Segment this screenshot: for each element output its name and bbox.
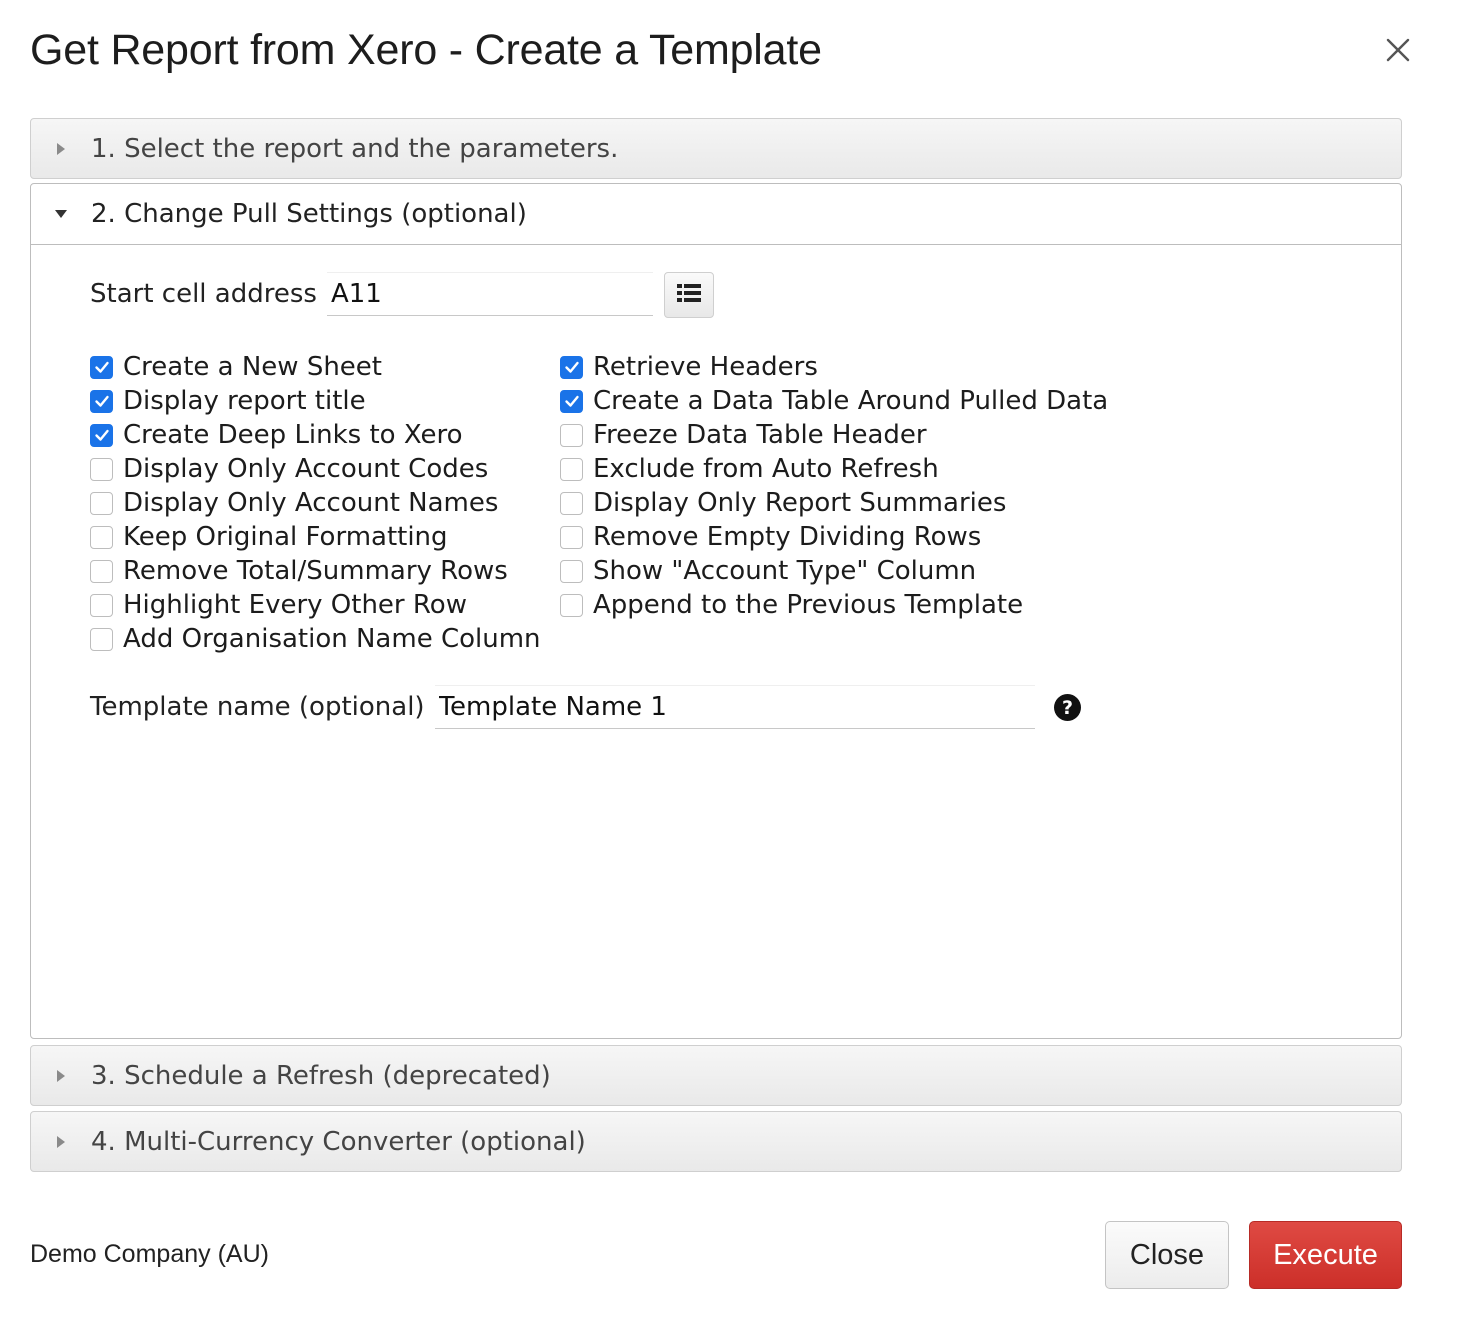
- checkbox-unchecked[interactable]: [90, 627, 113, 651]
- checkmark-icon: [94, 361, 109, 373]
- checkbox-unchecked[interactable]: [90, 525, 113, 549]
- checkbox-label: Show "Account Type" Column: [593, 556, 977, 586]
- checkmark-icon: [564, 395, 579, 407]
- checkbox-option[interactable]: Display Only Account Names: [90, 486, 541, 520]
- options-left: Create a New Sheet Display report title Cr…: [90, 350, 541, 656]
- checkbox-label: Create Deep Links to Xero: [123, 420, 463, 450]
- checkbox-option[interactable]: Remove Empty Dividing Rows: [560, 520, 1108, 554]
- checkbox-option[interactable]: Display report title: [90, 384, 541, 418]
- checkbox-checked[interactable]: [90, 355, 113, 379]
- checkbox-unchecked[interactable]: [560, 423, 583, 447]
- start-cell-input[interactable]: [326, 272, 653, 316]
- checkbox-label: Display Only Account Codes: [123, 454, 489, 484]
- checkbox-option[interactable]: Display Only Account Codes: [90, 452, 541, 486]
- checkbox-unchecked[interactable]: [560, 559, 583, 583]
- start-cell-row: Start cell address: [90, 272, 653, 316]
- section-multi-currency[interactable]: 4. Multi-Currency Converter (optional): [30, 1111, 1402, 1172]
- checkbox-unchecked[interactable]: [90, 491, 113, 515]
- checkbox-option[interactable]: Keep Original Formatting: [90, 520, 541, 554]
- section-pull-settings-header[interactable]: 2. Change Pull Settings (optional): [31, 184, 1401, 245]
- checkbox-option[interactable]: Create a New Sheet: [90, 350, 541, 384]
- checkbox-label: Exclude from Auto Refresh: [593, 454, 939, 484]
- checkbox-option[interactable]: Exclude from Auto Refresh: [560, 452, 1108, 486]
- triangle-right-icon: [31, 142, 91, 156]
- checkbox-label: Remove Empty Dividing Rows: [593, 522, 982, 552]
- checkbox-option[interactable]: Remove Total/Summary Rows: [90, 554, 541, 588]
- start-cell-label: Start cell address: [90, 279, 317, 309]
- triangle-right-icon: [31, 1069, 91, 1083]
- company-name: Demo Company (AU): [30, 1240, 269, 1268]
- checkbox-label: Keep Original Formatting: [123, 522, 448, 552]
- checkbox-option[interactable]: Show "Account Type" Column: [560, 554, 1108, 588]
- checkbox-label: Display Only Account Names: [123, 488, 499, 518]
- checkbox-label: Create a New Sheet: [123, 352, 382, 382]
- section-schedule-refresh[interactable]: 3. Schedule a Refresh (deprecated): [30, 1045, 1402, 1106]
- checkbox-label: Create a Data Table Around Pulled Data: [593, 386, 1109, 416]
- section-label: 4. Multi-Currency Converter (optional): [91, 1126, 586, 1157]
- checkbox-checked[interactable]: [560, 389, 583, 413]
- help-icon[interactable]: ?: [1054, 694, 1081, 721]
- dialog-title: Get Report from Xero - Create a Template: [30, 26, 822, 74]
- checkbox-unchecked[interactable]: [90, 593, 113, 617]
- execute-button[interactable]: Execute: [1249, 1221, 1402, 1289]
- checkbox-checked[interactable]: [90, 389, 113, 413]
- checkmark-icon: [94, 395, 109, 407]
- checkbox-label: Display report title: [123, 386, 366, 416]
- checkbox-label: Highlight Every Other Row: [123, 590, 467, 620]
- section-select-report[interactable]: 1. Select the report and the parameters.: [30, 118, 1402, 179]
- checkbox-label: Freeze Data Table Header: [593, 420, 927, 450]
- checkbox-option[interactable]: Highlight Every Other Row: [90, 588, 541, 622]
- checkbox-option[interactable]: Freeze Data Table Header: [560, 418, 1108, 452]
- checkbox-unchecked[interactable]: [560, 593, 583, 617]
- cell-picker-button[interactable]: [664, 272, 714, 318]
- options-right: Retrieve Headers Create a Data Table Arou…: [560, 350, 1108, 622]
- checkbox-option[interactable]: Retrieve Headers: [560, 350, 1108, 384]
- close-button[interactable]: Close: [1105, 1221, 1229, 1289]
- checkbox-option[interactable]: Append to the Previous Template: [560, 588, 1108, 622]
- list-icon: [676, 282, 702, 308]
- checkbox-option[interactable]: Create a Data Table Around Pulled Data: [560, 384, 1108, 418]
- section-label: 2. Change Pull Settings (optional): [91, 199, 527, 229]
- checkbox-option[interactable]: Display Only Report Summaries: [560, 486, 1108, 520]
- checkbox-label: Add Organisation Name Column: [123, 624, 541, 654]
- triangle-right-icon: [31, 1135, 91, 1149]
- checkbox-unchecked[interactable]: [560, 491, 583, 515]
- checkbox-option[interactable]: Create Deep Links to Xero: [90, 418, 541, 452]
- section-pull-settings: 2. Change Pull Settings (optional) Start…: [30, 183, 1402, 1039]
- checkbox-label: Display Only Report Summaries: [593, 488, 1007, 518]
- checkmark-icon: [94, 429, 109, 441]
- template-name-label: Template name (optional): [90, 692, 425, 722]
- checkbox-label: Remove Total/Summary Rows: [123, 556, 508, 586]
- checkbox-checked[interactable]: [90, 423, 113, 447]
- checkbox-checked[interactable]: [560, 355, 583, 379]
- checkbox-unchecked[interactable]: [90, 559, 113, 583]
- triangle-down-icon: [31, 209, 91, 219]
- checkmark-icon: [564, 361, 579, 373]
- checkbox-option[interactable]: Add Organisation Name Column: [90, 622, 541, 656]
- close-icon[interactable]: [1380, 32, 1416, 68]
- checkbox-label: Append to the Previous Template: [593, 590, 1024, 620]
- checkbox-unchecked[interactable]: [90, 457, 113, 481]
- checkbox-unchecked[interactable]: [560, 457, 583, 481]
- checkbox-unchecked[interactable]: [560, 525, 583, 549]
- template-name-row: Template name (optional): [90, 685, 1035, 729]
- checkbox-label: Retrieve Headers: [593, 352, 818, 382]
- template-name-input[interactable]: [434, 685, 1035, 729]
- section-label: 3. Schedule a Refresh (deprecated): [91, 1060, 551, 1091]
- section-label: 1. Select the report and the parameters.: [91, 133, 619, 164]
